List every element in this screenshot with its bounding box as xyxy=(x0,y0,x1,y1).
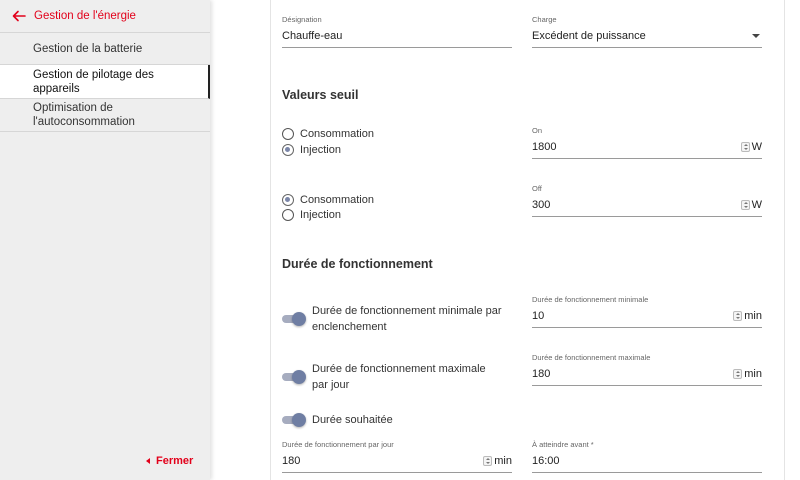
close-button[interactable]: Fermer xyxy=(146,455,193,467)
desired-runtime-toggle[interactable] xyxy=(282,413,306,427)
radio-label: Injection xyxy=(300,209,341,221)
radio-unchecked-icon xyxy=(282,128,294,140)
on-threshold-field[interactable]: On 1800 W xyxy=(532,126,762,159)
min-runtime-input[interactable]: 10 xyxy=(532,310,544,322)
spinner-icon[interactable] xyxy=(733,369,743,379)
spinner-icon[interactable] xyxy=(483,456,493,466)
unit-label: min xyxy=(744,310,762,322)
off-radio-consommation[interactable]: Consommation xyxy=(282,194,374,206)
radio-label: Consommation xyxy=(300,194,374,206)
thresholds-title: Valeurs seuil xyxy=(282,88,359,102)
unit-label: W xyxy=(751,199,762,211)
charge-value: Excédent de puissance xyxy=(532,30,646,42)
runtime-title: Durée de fonctionnement xyxy=(282,257,433,271)
back-button[interactable]: Gestion de l'énergie xyxy=(0,0,210,33)
sidebar-item-device-control[interactable]: Gestion de pilotage des appareils xyxy=(0,65,210,99)
radio-checked-icon xyxy=(282,144,294,156)
sidebar-item-label: Gestion de la batterie xyxy=(33,42,143,55)
max-runtime-toggle[interactable] xyxy=(282,370,306,384)
close-label: Fermer xyxy=(156,455,194,467)
deadline-input[interactable]: 16:00 xyxy=(532,455,560,467)
max-runtime-label: Durée de fonctionnement maximale xyxy=(532,353,651,362)
radio-label: Consommation xyxy=(300,128,374,140)
arrow-left-icon xyxy=(12,10,26,22)
unit-label: W xyxy=(751,141,762,153)
off-label: Off xyxy=(532,184,542,193)
designation-label: Désignation xyxy=(282,15,322,24)
on-threshold-input[interactable]: 1800 xyxy=(532,141,556,153)
min-runtime-toggle-row: Durée de fonctionnement minimale par enc… xyxy=(282,303,502,335)
sidebar-item-battery[interactable]: Gestion de la batterie xyxy=(0,33,210,65)
max-runtime-field[interactable]: Durée de fonctionnement maximale 180 min xyxy=(532,353,762,386)
min-runtime-label: Durée de fonctionnement minimale xyxy=(532,295,649,304)
charge-select[interactable]: Charge Excédent de puissance xyxy=(532,15,762,48)
per-day-runtime-input[interactable]: 180 xyxy=(282,455,300,467)
spinner-icon[interactable] xyxy=(740,142,750,152)
spinner-icon[interactable] xyxy=(740,200,750,210)
radio-checked-icon xyxy=(282,194,294,206)
min-runtime-toggle[interactable] xyxy=(282,312,306,326)
radio-unchecked-icon xyxy=(282,209,294,221)
desired-runtime-toggle-row: Durée souhaitée xyxy=(282,412,393,428)
on-label: On xyxy=(532,126,543,135)
toggle-label: Durée de fonctionnement minimale par enc… xyxy=(312,305,502,333)
unit-label: min xyxy=(494,455,512,467)
sidebar-item-self-consumption[interactable]: Optimisation de l'autoconsommation xyxy=(0,99,210,132)
max-runtime-toggle-row: Durée de fonctionnement maximale par jou… xyxy=(282,361,502,393)
per-day-runtime-field[interactable]: Durée de fonctionnement par jour 180 min xyxy=(282,440,512,473)
deadline-label: À atteindre avant * xyxy=(532,440,594,449)
max-runtime-input[interactable]: 180 xyxy=(532,368,550,380)
deadline-field[interactable]: À atteindre avant * 16:00 xyxy=(532,440,762,473)
designation-field[interactable]: Désignation Chauffe-eau xyxy=(282,15,512,48)
on-radio-consommation[interactable]: Consommation xyxy=(282,128,374,140)
back-label: Gestion de l'énergie xyxy=(34,10,136,22)
designation-input[interactable]: Chauffe-eau xyxy=(282,30,342,42)
charge-label: Charge xyxy=(532,15,557,24)
unit-label: min xyxy=(744,368,762,380)
off-threshold-field[interactable]: Off 300 W xyxy=(532,184,762,217)
toggle-label: Durée souhaitée xyxy=(312,414,393,426)
per-day-runtime-label: Durée de fonctionnement par jour xyxy=(282,440,394,449)
sidebar: Gestion de l'énergie Gestion de la batte… xyxy=(0,0,210,480)
chevron-down-icon[interactable] xyxy=(752,34,760,38)
off-threshold-input[interactable]: 300 xyxy=(532,199,550,211)
min-runtime-field[interactable]: Durée de fonctionnement minimale 10 min xyxy=(532,295,762,328)
toggle-label: Durée de fonctionnement maximale par jou… xyxy=(312,363,486,391)
spinner-icon[interactable] xyxy=(733,311,743,321)
radio-label: Injection xyxy=(300,144,341,156)
sidebar-item-label: Gestion de pilotage des appareils xyxy=(33,68,154,95)
sidebar-item-label: Optimisation de l'autoconsommation xyxy=(33,102,135,128)
off-radio-injection[interactable]: Injection xyxy=(282,209,341,221)
device-settings-card: Désignation Chauffe-eau Charge Excédent … xyxy=(270,0,785,480)
on-radio-injection[interactable]: Injection xyxy=(282,144,341,156)
chevron-left-icon xyxy=(146,458,150,464)
